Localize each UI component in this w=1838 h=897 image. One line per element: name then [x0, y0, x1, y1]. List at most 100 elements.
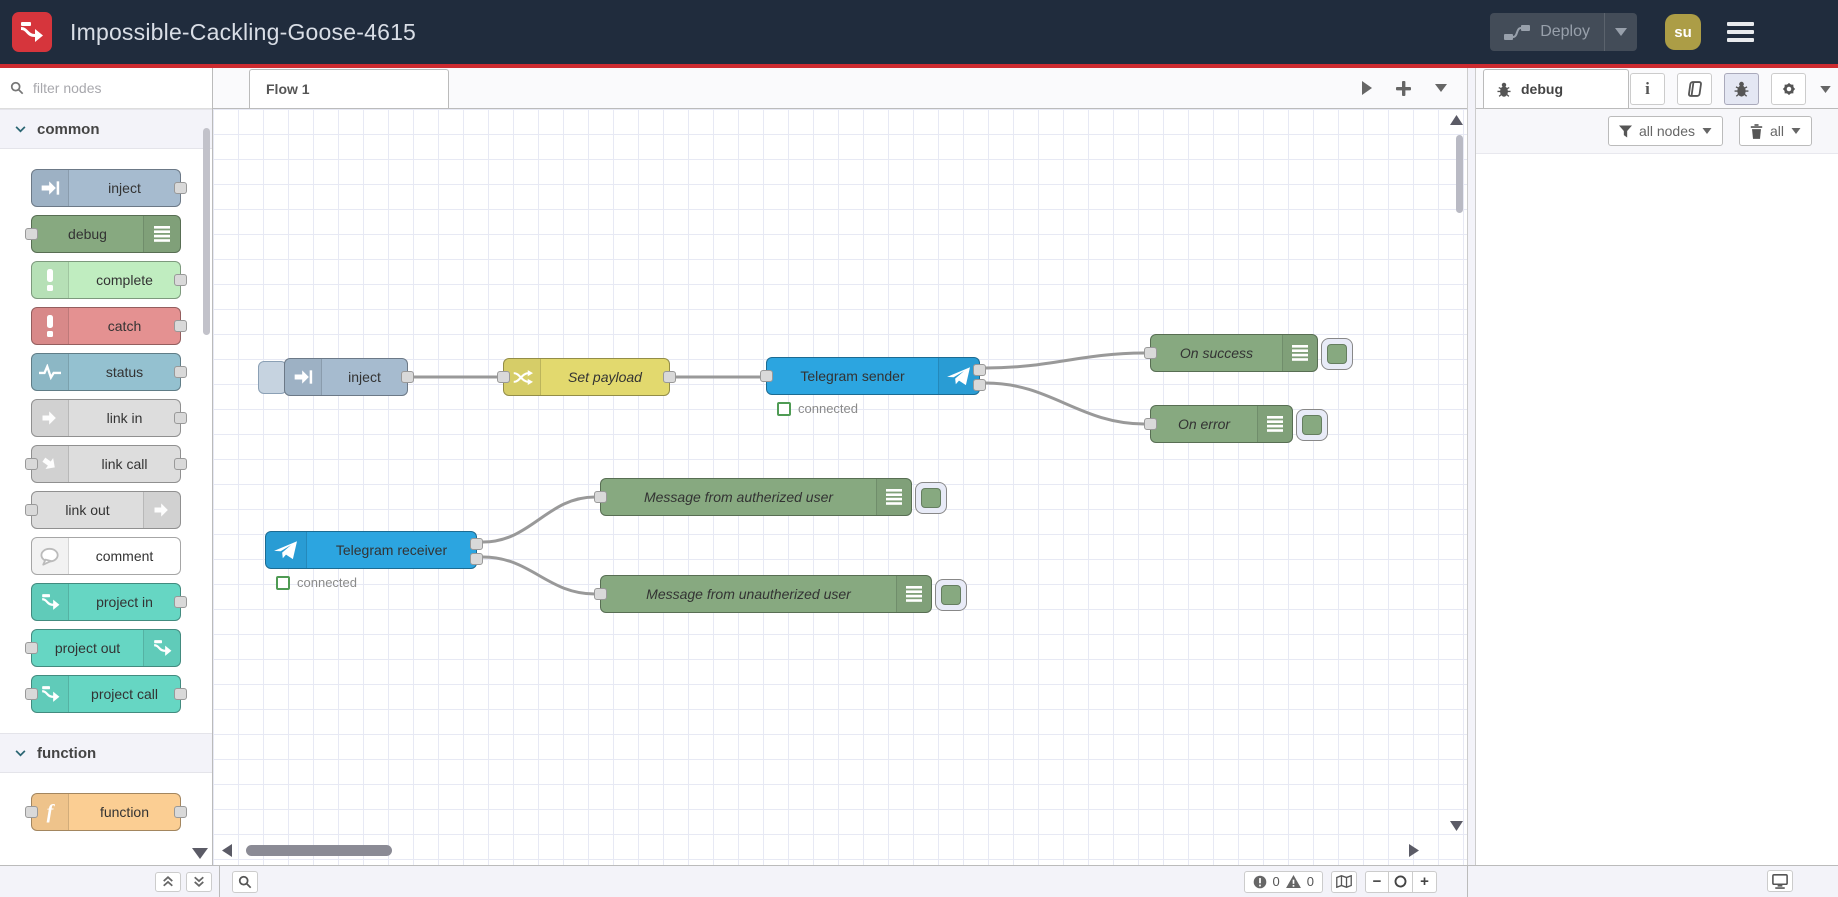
node-label: comment: [95, 548, 154, 564]
palette-node-inject[interactable]: inject: [31, 169, 187, 207]
palette-node-status[interactable]: status: [31, 353, 187, 391]
canvas-scroll-left-icon[interactable]: [222, 844, 232, 857]
book-icon: [1687, 81, 1702, 97]
status-text: connected: [297, 575, 357, 590]
palette-node-complete[interactable]: complete: [31, 261, 187, 299]
next-tab-icon[interactable]: [1362, 81, 1372, 95]
palette-node-debug[interactable]: debug: [25, 215, 181, 253]
node-output-port-2[interactable]: [973, 379, 986, 391]
debug-toggle-msg-authorized[interactable]: [915, 482, 947, 514]
node-port: [25, 642, 38, 654]
config-tab-button[interactable]: [1771, 73, 1806, 105]
deploy-button-main[interactable]: Deploy: [1490, 23, 1604, 41]
canvas-hscrollbar-thumb[interactable]: [246, 845, 392, 856]
node-input-port[interactable]: [497, 371, 510, 383]
flow-node-on-error[interactable]: On error: [1144, 405, 1293, 443]
node-port: [174, 458, 187, 470]
palette-node-comment[interactable]: comment: [31, 537, 181, 575]
zoom-reset-button[interactable]: [1389, 870, 1413, 893]
chevron-down-icon: [1702, 128, 1712, 134]
flow-node-set-payload[interactable]: Set payload: [497, 358, 676, 396]
flow-node-msg-authorized[interactable]: Message from autherized user: [594, 478, 912, 516]
flow-tabbar: Flow 1: [213, 68, 1467, 109]
flow-canvas[interactable]: inject Set payload Telegram sender conne…: [213, 109, 1467, 865]
canvas-search-button[interactable]: [232, 870, 258, 893]
node-port: [174, 688, 187, 700]
palette-node-link-out[interactable]: link out: [25, 491, 181, 529]
tab-debug[interactable]: debug: [1483, 69, 1629, 108]
debug-toggle-msg-unauthorized[interactable]: [935, 579, 967, 611]
add-flow-icon[interactable]: [1396, 80, 1411, 96]
collapse-categories-button[interactable]: [155, 871, 181, 892]
node-output-port[interactable]: [401, 371, 414, 383]
debug-list-icon: [876, 479, 911, 515]
inject-run-button[interactable]: [258, 361, 287, 394]
search-icon: [238, 875, 252, 888]
main-menu-button[interactable]: [1727, 22, 1754, 42]
user-avatar[interactable]: su: [1665, 14, 1701, 50]
canvas-scroll-up-icon[interactable]: [1450, 115, 1463, 125]
debug-toggle-on-success[interactable]: [1321, 338, 1353, 370]
node-label: link out: [65, 502, 110, 518]
debug-clear-button[interactable]: all: [1738, 116, 1812, 146]
expand-categories-button[interactable]: [186, 871, 212, 892]
flow-node-on-success[interactable]: On success: [1144, 334, 1318, 372]
palette-filter-row: [0, 68, 212, 109]
palette-node-function[interactable]: f function: [25, 793, 187, 831]
flow-node-msg-unauthorized[interactable]: Message from unautherized user: [594, 575, 932, 613]
palette-filter-input[interactable]: [31, 79, 185, 97]
node-output-port-2[interactable]: [470, 553, 483, 565]
palette-category-common[interactable]: common: [0, 109, 212, 149]
info-icon: i: [1645, 79, 1650, 98]
flow-node-telegram-sender[interactable]: Telegram sender: [760, 357, 986, 395]
deploy-options-button[interactable]: [1604, 13, 1637, 51]
navigator-button[interactable]: [1331, 870, 1357, 893]
sidebar-splitter[interactable]: [1467, 68, 1476, 865]
palette-scroll-down-icon[interactable]: [192, 848, 208, 859]
palette-node-project-call[interactable]: project call: [25, 675, 187, 713]
node-label: inject: [108, 180, 141, 196]
footer: 0 0 − +: [0, 865, 1838, 897]
node-input-port[interactable]: [1144, 347, 1157, 359]
palette-scrollbar-thumb[interactable]: [203, 128, 210, 335]
node-label: Message from autherized user: [643, 489, 834, 505]
sidebar-menu-chevron-icon[interactable]: [1820, 85, 1831, 93]
canvas-scroll-down-icon[interactable]: [1450, 821, 1463, 831]
node-input-port[interactable]: [1144, 418, 1157, 430]
tab-flow-1[interactable]: Flow 1: [249, 69, 449, 108]
open-debug-window-button[interactable]: [1767, 870, 1793, 892]
node-label: complete: [96, 272, 153, 288]
flow-node-inject[interactable]: inject: [284, 358, 414, 396]
zoom-out-button[interactable]: −: [1365, 870, 1389, 893]
node-input-port[interactable]: [594, 491, 607, 503]
notifications-summary[interactable]: 0 0: [1243, 870, 1323, 893]
palette-node-project-out[interactable]: project out: [25, 629, 181, 667]
node-output-port-1[interactable]: [973, 364, 986, 376]
debug-toggle-on-error[interactable]: [1296, 409, 1328, 441]
debug-tab-button[interactable]: [1724, 73, 1759, 105]
node-output-port[interactable]: [663, 371, 676, 383]
canvas-scroll-right-icon[interactable]: [1409, 844, 1419, 857]
chevron-down-icon: [15, 125, 26, 132]
palette-category-function[interactable]: function: [0, 733, 212, 773]
node-output-port-1[interactable]: [470, 538, 483, 550]
palette-node-link-in[interactable]: link in: [31, 399, 187, 437]
error-circle-icon: [1253, 875, 1266, 888]
node-input-port[interactable]: [760, 370, 773, 382]
help-tab-button[interactable]: [1677, 73, 1712, 105]
node-input-port[interactable]: [594, 588, 607, 600]
palette-node-list: inject debug complete catch status link …: [0, 149, 212, 725]
canvas-vscrollbar-thumb[interactable]: [1456, 135, 1463, 213]
node-port: [25, 806, 38, 818]
debug-filter-button[interactable]: all nodes: [1607, 116, 1723, 146]
palette-node-catch[interactable]: catch: [31, 307, 187, 345]
flow-list-chevron-icon[interactable]: [1435, 84, 1447, 92]
flow-node-telegram-receiver[interactable]: Telegram receiver: [265, 531, 483, 569]
zoom-in-button[interactable]: +: [1413, 870, 1437, 893]
palette-node-project-in[interactable]: project in: [31, 583, 187, 621]
chevron-down-icon: [1791, 128, 1801, 134]
info-tab-button[interactable]: i: [1630, 73, 1665, 105]
chevron-down-icon: [15, 749, 26, 756]
deploy-button[interactable]: Deploy: [1490, 13, 1637, 51]
palette-node-link-call[interactable]: link call: [25, 445, 187, 483]
